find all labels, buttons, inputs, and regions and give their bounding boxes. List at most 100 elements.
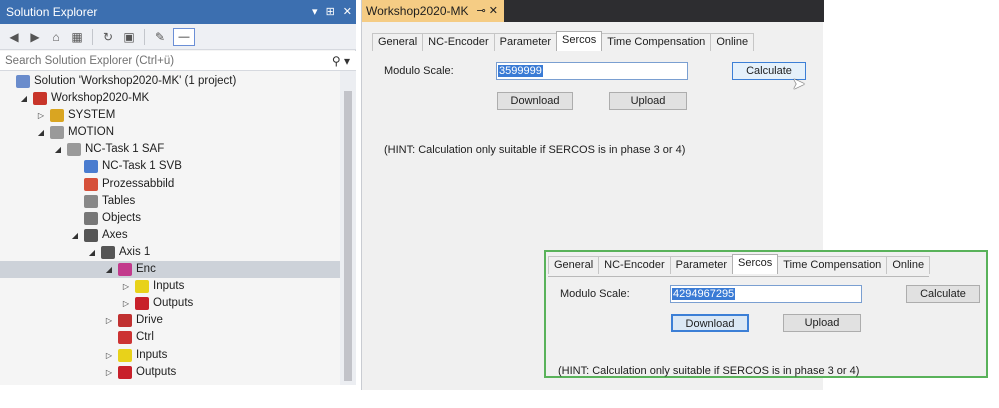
tree-item[interactable]: Solution 'Workshop2020-MK' (1 project)	[0, 73, 340, 90]
tree-item-label: SYSTEM	[68, 109, 116, 122]
tree-item[interactable]: ▷ Outputs	[0, 295, 340, 312]
tree-item-label: Inputs	[136, 348, 168, 361]
motion-icon	[50, 126, 64, 140]
toolbar-separator	[144, 28, 145, 45]
search-input[interactable]: Search Solution Explorer (Ctrl+ü) ⚲ ▾	[0, 51, 356, 71]
outputs-icon	[135, 297, 149, 311]
tree-item[interactable]: ▷ Outputs	[0, 364, 340, 381]
tree-item[interactable]: ▷ Inputs	[0, 278, 340, 295]
tree-item[interactable]: Tables	[0, 193, 340, 210]
outputs-icon	[118, 365, 132, 379]
switch-views-icon[interactable]: ▦	[69, 29, 85, 45]
tab-time-compensation[interactable]: Time Compensation	[601, 33, 712, 51]
tab-online[interactable]: Online	[886, 256, 931, 274]
tab-nc-encoder[interactable]: NC-Encoder	[598, 256, 671, 274]
solution-explorer-toolbar: ◀ ▶ ⌂ ▦ ↻ ▣ ✎ —	[0, 24, 356, 50]
tab-nc-encoder[interactable]: NC-Encoder	[422, 33, 495, 51]
solution-explorer-title: Solution Explorer	[6, 5, 98, 19]
tree-item[interactable]: ▷ SYSTEM	[0, 107, 340, 124]
nc-task-icon	[67, 143, 81, 157]
document-tab-controls[interactable]: ⊸ ✕	[477, 0, 499, 22]
tree-scrollbar[interactable]	[340, 71, 356, 385]
nc-svb-icon	[84, 160, 98, 174]
property-tabs: General NC-Encoder Parameter Sercos Time Com…	[372, 31, 755, 54]
collapse-arrow-icon[interactable]: ◢	[70, 227, 80, 244]
tree-item[interactable]: ▷ Inputs	[0, 347, 340, 364]
properties-wrench-icon[interactable]: ✎	[152, 29, 168, 45]
tab-online[interactable]: Online	[710, 33, 755, 51]
expand-arrow-icon[interactable]: ▷	[121, 278, 131, 295]
solution-tree: Solution 'Workshop2020-MK' (1 project) ◢ W…	[0, 73, 340, 381]
tab-sercos[interactable]: Sercos	[732, 254, 779, 274]
tree-item[interactable]: ◢ Enc	[0, 261, 340, 279]
search-placeholder: Search Solution Explorer (Ctrl+ü)	[5, 55, 175, 67]
tree-item[interactable]: Ctrl	[0, 329, 340, 346]
toolbar-separator	[92, 28, 93, 45]
zoom-hint-text: (HINT: Calculation only suitable if SERC…	[558, 365, 860, 377]
tree-item[interactable]: ◢ Axes	[0, 227, 340, 244]
tree-item-label: NC-Task 1 SVB	[102, 160, 182, 173]
scrollbar-thumb[interactable]	[344, 91, 352, 381]
zoom-upload-button[interactable]: Upload	[783, 314, 861, 332]
tab-time-compensation[interactable]: Time Compensation	[777, 256, 888, 274]
solution-explorer-panel: Solution Explorer ▾ ⊞ ✕ ◀ ▶ ⌂ ▦ ↻ ▣ ✎ — …	[0, 0, 356, 385]
tree-item[interactable]: ◢ Axis 1	[0, 244, 340, 261]
tree-item[interactable]: NC-Task 1 SVB	[0, 158, 340, 175]
expand-arrow-icon[interactable]: ▷	[104, 364, 114, 381]
expand-arrow-icon[interactable]: ▷	[104, 312, 114, 329]
collapse-arrow-icon[interactable]: ◢	[36, 124, 46, 141]
zoom-calculate-button[interactable]: Calculate	[906, 285, 980, 303]
tree-item-label: Workshop2020-MK	[51, 92, 150, 105]
tree-item-label: Tables	[102, 194, 136, 207]
pending-changes-icon[interactable]: ↻	[100, 29, 116, 45]
expand-arrow-icon[interactable]: ▷	[121, 295, 131, 312]
objects-icon	[84, 211, 98, 225]
tree-item-label: Prozessabbild	[102, 177, 175, 190]
tree-item-label: MOTION	[68, 126, 114, 139]
tab-parameter[interactable]: Parameter	[493, 33, 558, 51]
zoom-property-tabs: General NC-Encoder Parameter Sercos Time Com…	[548, 254, 931, 277]
document-tab-label: Workshop2020-MK	[366, 4, 469, 18]
collapse-arrow-icon[interactable]: ◢	[104, 261, 114, 278]
home-icon[interactable]: ⌂	[48, 29, 64, 45]
zoom-callout: General NC-Encoder Parameter Sercos Time Com…	[544, 250, 988, 378]
document-tabbar: Workshop2020-MK ⊸ ✕	[362, 0, 824, 22]
tree-item[interactable]: Objects	[0, 210, 340, 227]
close-icon[interactable]: ✕	[343, 0, 352, 24]
tab-sercos[interactable]: Sercos	[556, 31, 603, 51]
drive-icon	[118, 314, 132, 328]
search-icon[interactable]: ⚲ ▾	[332, 51, 350, 71]
tree-item[interactable]: ◢ NC-Task 1 SAF	[0, 141, 340, 158]
collapse-arrow-icon[interactable]: ◢	[19, 90, 29, 107]
window-position-dropdown[interactable]: ▾	[312, 0, 318, 24]
expand-arrow-icon[interactable]: ▷	[104, 347, 114, 364]
tab-general[interactable]: General	[372, 33, 424, 51]
tree-item[interactable]: ▷ Drive	[0, 312, 340, 329]
expand-arrow-icon[interactable]: ▷	[36, 107, 46, 124]
tab-general[interactable]: General	[548, 256, 600, 274]
document-tab-workshop[interactable]: Workshop2020-MK ⊸ ✕	[362, 0, 504, 22]
solution-icon	[16, 75, 30, 88]
preview-selected-icon[interactable]: —	[173, 27, 195, 46]
zoom-modulo-scale-input[interactable]: 4294967295	[670, 285, 862, 303]
inputs-icon	[135, 280, 149, 294]
tree-item-label: NC-Task 1 SAF	[85, 143, 165, 156]
download-button[interactable]: Download	[497, 92, 573, 110]
tree-item-label: Outputs	[136, 365, 177, 378]
collapse-arrow-icon[interactable]: ◢	[87, 244, 97, 261]
modulo-scale-input[interactable]: 3599999	[496, 62, 688, 80]
tree-item-label: Objects	[102, 211, 141, 224]
upload-button[interactable]: Upload	[609, 92, 687, 110]
tree-item[interactable]: Prozessabbild	[0, 176, 340, 193]
collapse-arrow-icon[interactable]: ◢	[53, 141, 63, 158]
collapse-all-icon[interactable]: ▣	[121, 29, 137, 45]
tree-item-label: Enc	[136, 263, 156, 276]
tree-item[interactable]: ◢ Workshop2020-MK	[0, 90, 340, 107]
tree-item-label: Inputs	[153, 280, 185, 293]
tree-item[interactable]: ◢ MOTION	[0, 124, 340, 141]
forward-icon[interactable]: ▶	[27, 29, 43, 45]
tab-parameter[interactable]: Parameter	[669, 256, 734, 274]
back-icon[interactable]: ◀	[6, 29, 22, 45]
zoom-download-button[interactable]: Download	[671, 314, 749, 332]
pin-icon[interactable]: ⊞	[326, 0, 335, 24]
